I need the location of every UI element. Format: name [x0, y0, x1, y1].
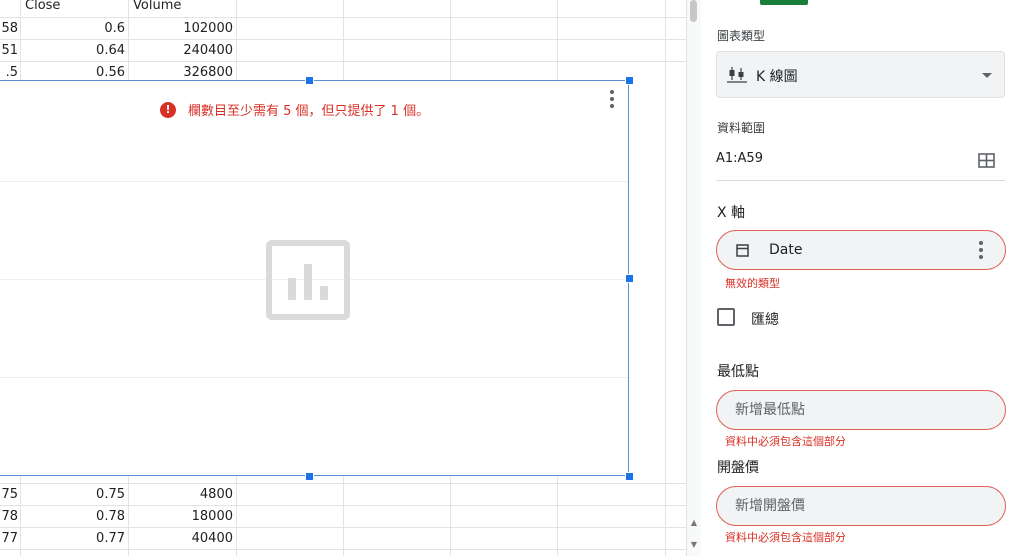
vertical-scrollbar[interactable]: [686, 0, 702, 556]
resize-handle-top[interactable]: [305, 76, 314, 85]
table-cell[interactable]: 75: [0, 484, 18, 506]
table-cell[interactable]: 0.64: [20, 40, 125, 62]
table-cell[interactable]: 240400: [128, 40, 233, 62]
table-cell[interactable]: 77: [0, 528, 18, 550]
header-volume[interactable]: Volume: [133, 0, 181, 17]
chart-error-message: 欄數目至少需有 5 個，但只提供了 1 個。: [188, 104, 430, 119]
chart-type-label: 圖表類型: [717, 29, 766, 43]
low-placeholder: 新增最低點: [735, 402, 805, 418]
x-axis-error: 無效的類型: [725, 277, 780, 290]
table-cell[interactable]: 40400: [128, 528, 233, 550]
table-cell[interactable]: 18000: [128, 506, 233, 528]
table-cell[interactable]: 0.75: [20, 484, 125, 506]
chart-type-value: K 線圖: [756, 69, 798, 85]
open-placeholder: 新增開盤價: [735, 498, 805, 514]
x-axis-field[interactable]: Date: [716, 230, 1006, 270]
open-label: 開盤價: [717, 460, 759, 476]
scrollbar-thumb[interactable]: [690, 0, 697, 22]
resize-handle-right[interactable]: [625, 274, 634, 283]
aggregate-checkbox[interactable]: [717, 308, 735, 326]
open-error: 資料中必須包含這個部分: [725, 531, 846, 544]
table-cell[interactable]: 102000: [128, 18, 233, 40]
chart-menu-icon[interactable]: [610, 90, 616, 111]
x-axis-label: X 軸: [717, 205, 746, 221]
spreadsheet-grid[interactable]: Close Volume 58 0.6 102000 51 0.64 24040…: [0, 0, 686, 556]
open-input[interactable]: 新增開盤價: [716, 486, 1006, 526]
table-cell[interactable]: 58: [0, 18, 18, 40]
resize-handle-bottom-right[interactable]: [625, 472, 634, 481]
table-cell[interactable]: 78: [0, 506, 18, 528]
low-error: 資料中必須包含這個部分: [725, 435, 846, 448]
x-axis-menu-icon[interactable]: [979, 241, 983, 262]
candlestick-icon: [727, 67, 747, 83]
chevron-down-icon: [982, 73, 992, 78]
error-icon: !: [160, 101, 176, 118]
chart-error: ! 欄數目至少需有 5 個，但只提供了 1 個。: [160, 100, 429, 119]
table-cell[interactable]: 51: [0, 40, 18, 62]
data-range-value: A1:A59: [716, 151, 763, 166]
aggregate-label: 匯總: [751, 312, 779, 328]
bar-chart-placeholder-icon: [266, 240, 350, 320]
scroll-down-icon[interactable]: ▼: [689, 540, 699, 549]
low-input[interactable]: 新增最低點: [716, 390, 1006, 430]
active-tab-indicator: [760, 0, 808, 5]
grid-select-icon[interactable]: [978, 153, 995, 168]
table-cell[interactable]: 0.77: [20, 528, 125, 550]
resize-handle-bottom[interactable]: [305, 472, 314, 481]
scroll-up-icon[interactable]: ▲: [689, 518, 699, 527]
x-axis-value: Date: [769, 242, 803, 258]
calendar-icon: [736, 244, 749, 257]
data-range-label: 資料範圍: [717, 121, 766, 135]
header-close[interactable]: Close: [25, 0, 60, 17]
table-cell[interactable]: 0.78: [20, 506, 125, 528]
table-cell[interactable]: 4800: [128, 484, 233, 506]
data-range-field[interactable]: A1:A59: [716, 146, 1005, 181]
low-label: 最低點: [717, 364, 759, 380]
resize-handle-top-right[interactable]: [625, 76, 634, 85]
chart-type-dropdown[interactable]: K 線圖: [716, 51, 1005, 98]
table-cell[interactable]: 0.6: [20, 18, 125, 40]
